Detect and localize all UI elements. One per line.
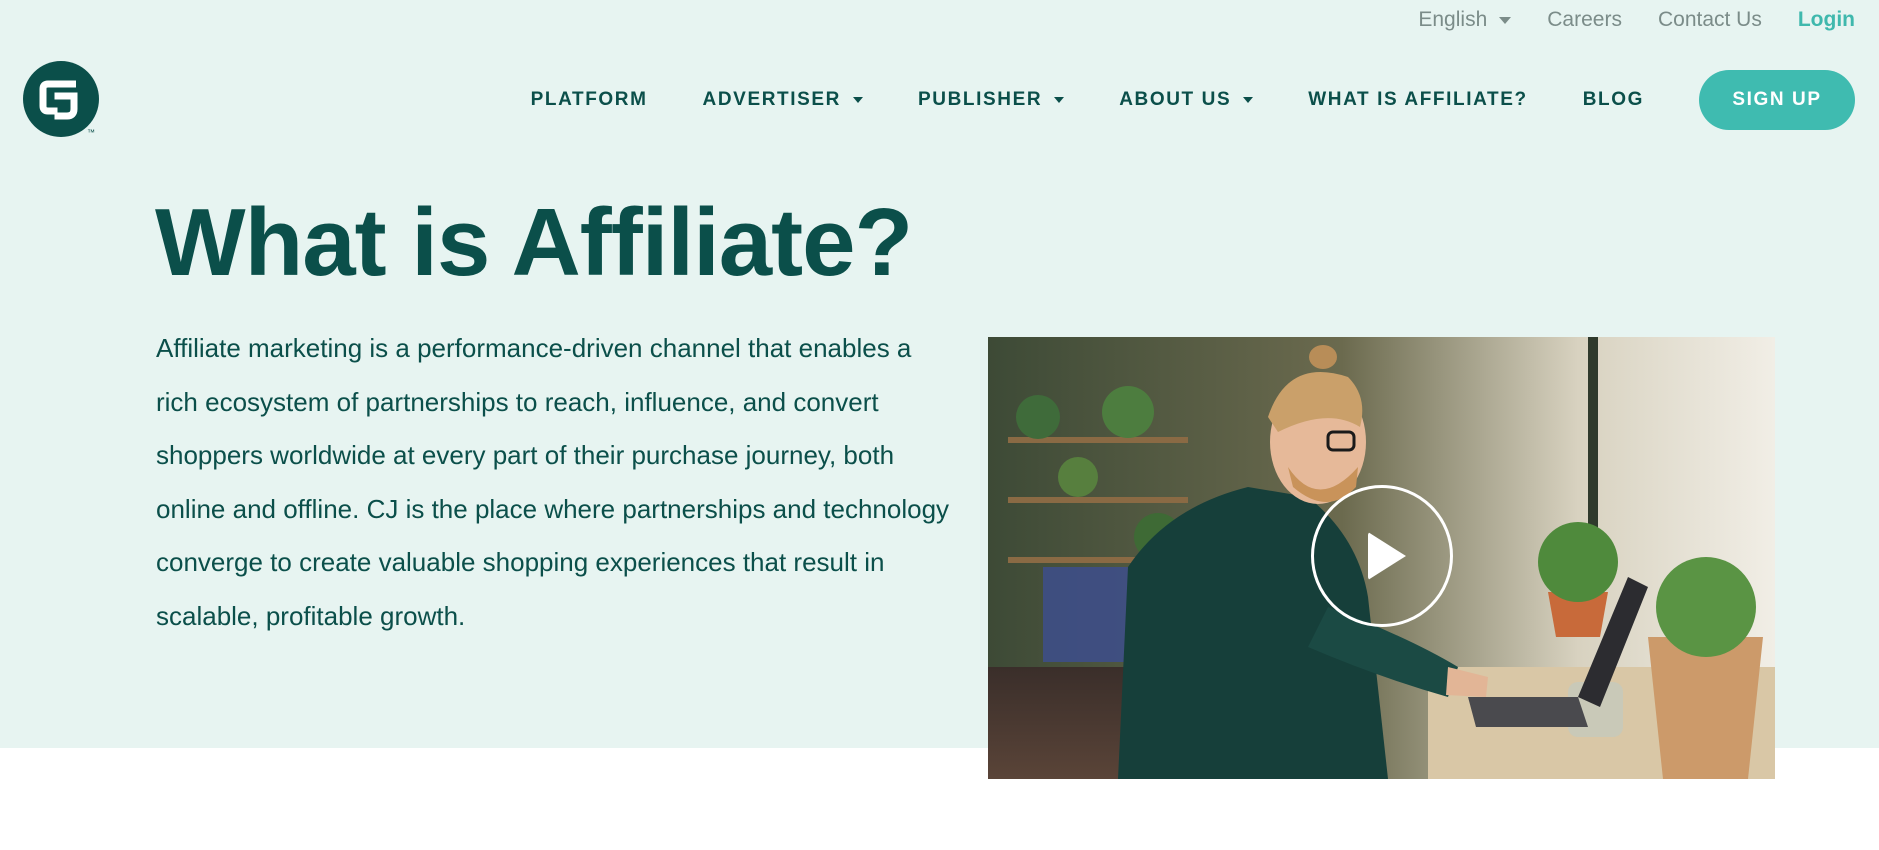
hero-description: Affiliate marketing is a performance-dri… <box>156 333 950 631</box>
nav-label: WHAT IS AFFILIATE? <box>1308 89 1528 110</box>
trademark-mark: ™ <box>87 128 95 137</box>
nav-label: ADVERTISER <box>702 89 841 110</box>
cj-logo-icon <box>39 80 78 120</box>
nav-what-is-affiliate[interactable]: WHAT IS AFFILIATE? <box>1308 89 1527 111</box>
nav-label: BLOG <box>1582 89 1644 110</box>
careers-link[interactable]: Careers <box>1547 8 1622 32</box>
nav-label: PLATFORM <box>530 89 648 110</box>
nav-advertiser[interactable]: ADVERTISER <box>703 89 863 111</box>
video-player[interactable] <box>988 337 1775 779</box>
language-selector[interactable]: English <box>1418 8 1512 32</box>
main-navigation: PLATFORM ADVERTISER PUBLISHER ABOUT US W… <box>476 70 1855 130</box>
nav-label: PUBLISHER <box>918 89 1043 110</box>
nav-about-us[interactable]: ABOUT US <box>1119 89 1254 111</box>
play-icon <box>1368 532 1406 580</box>
play-button[interactable] <box>1311 485 1453 627</box>
caret-down-icon <box>1054 97 1065 103</box>
page-title: What is Affiliate? <box>155 189 913 296</box>
nav-label: ABOUT US <box>1119 89 1232 110</box>
language-label: English <box>1418 8 1488 31</box>
caret-down-icon <box>853 97 863 103</box>
caret-down-icon <box>1243 97 1254 103</box>
login-link[interactable]: Login <box>1798 8 1855 32</box>
sign-up-button[interactable]: SIGN UP <box>1699 70 1855 130</box>
cj-logo[interactable] <box>23 61 99 137</box>
contact-us-link[interactable]: Contact Us <box>1658 8 1762 32</box>
nav-blog[interactable]: BLOG <box>1583 89 1644 111</box>
caret-down-icon <box>1499 16 1512 24</box>
nav-publisher[interactable]: PUBLISHER <box>918 89 1065 111</box>
utility-bar: English Careers Contact Us Login <box>1418 8 1855 32</box>
nav-platform[interactable]: PLATFORM <box>531 89 648 111</box>
